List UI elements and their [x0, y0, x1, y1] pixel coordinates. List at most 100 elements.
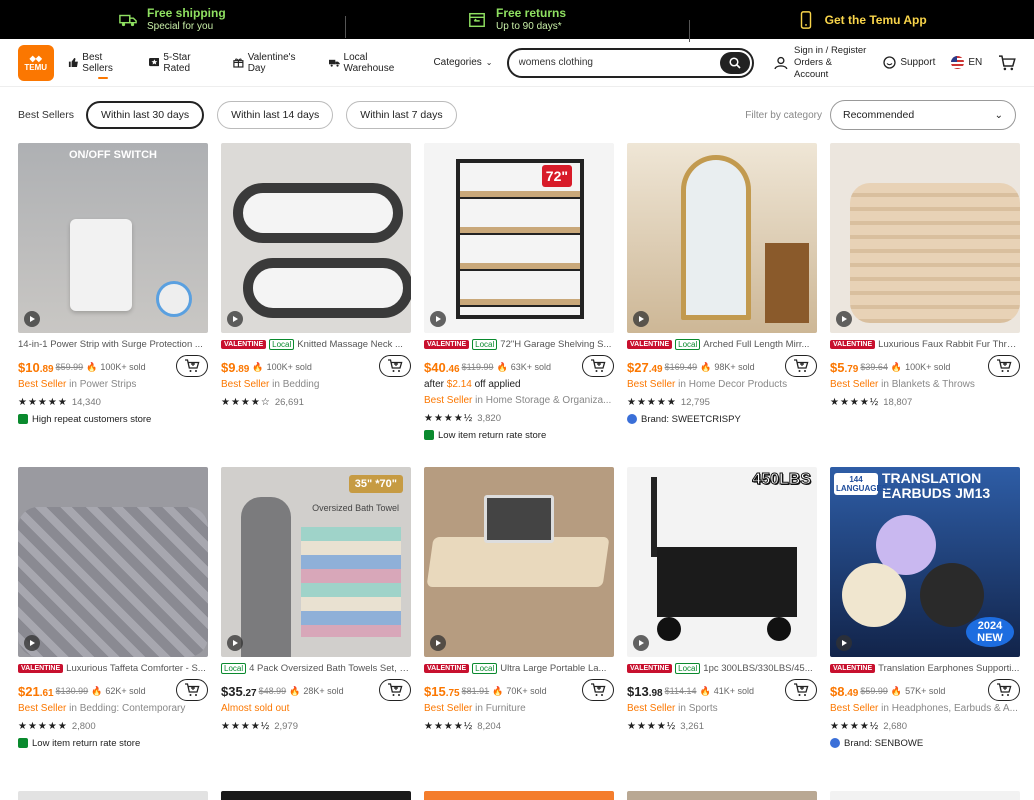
nav-local-warehouse[interactable]: Local Warehouse [328, 39, 420, 87]
product-card-partial[interactable] [830, 791, 1020, 800]
rating-row[interactable]: ★★★★½ 18,807 [830, 395, 1020, 409]
product-image[interactable]: 72" [424, 143, 614, 333]
play-video-icon[interactable] [430, 311, 446, 327]
play-video-icon[interactable] [24, 635, 40, 651]
play-video-icon[interactable] [430, 635, 446, 651]
rating-row[interactable]: ★★★★½ 2,680 [830, 719, 1020, 733]
add-to-cart-button[interactable] [582, 355, 614, 377]
best-seller-line[interactable]: Best Seller in Furniture [424, 703, 614, 717]
product-title-row[interactable]: Local 4 Pack Oversized Bath Towels Set, 3… [221, 662, 411, 675]
promo-free-returns[interactable]: Free returns Up to 90 days* [344, 6, 690, 38]
rating-row[interactable]: ★★★★½ 3,820 [424, 411, 614, 425]
product-image[interactable]: 450LBS [627, 467, 817, 657]
product-title-row[interactable]: VALENTINE Local 1pc 300LBS/330LBS/45... [627, 662, 817, 675]
product-image[interactable] [424, 467, 614, 657]
add-to-cart-button[interactable] [379, 355, 411, 377]
play-video-icon[interactable] [836, 311, 852, 327]
rating-row[interactable]: ★★★★½ 8,204 [424, 719, 614, 733]
best-seller-line[interactable]: Best Seller in Power Strips [18, 379, 208, 393]
play-video-icon[interactable] [633, 311, 649, 327]
best-seller-line[interactable]: Best Seller in Blankets & Throws [830, 379, 1020, 393]
product-card[interactable]: 35" *70" Oversized Bath Towel Local 4 Pac… [221, 467, 411, 791]
sort-dropdown[interactable]: Recommended ⌄ [830, 100, 1016, 130]
nav-categories[interactable]: Categories ⌄ [433, 39, 492, 87]
product-card-partial[interactable] [627, 791, 817, 800]
product-grid: ON/OFF SWITCH 14-in-1 Power Strip with S… [0, 143, 1034, 800]
best-seller-line[interactable]: Best Seller in Home Decor Products [627, 379, 817, 393]
product-title-row[interactable]: VALENTINE Translation Earphones Supporti.… [830, 662, 1020, 675]
add-to-cart-button[interactable] [785, 355, 817, 377]
rating-row[interactable]: ★★★★★ 12,795 [627, 395, 817, 409]
product-card[interactable]: TRANSLATION EARBUDS JM13 144 LANGUAGES 2… [830, 467, 1020, 791]
add-to-cart-button[interactable] [582, 679, 614, 701]
product-title-row[interactable]: VALENTINE Local 72"H Garage Shelving S... [424, 338, 614, 351]
product-image[interactable] [424, 791, 614, 800]
product-image[interactable] [830, 791, 1020, 800]
language-selector[interactable]: EN [951, 56, 982, 69]
add-to-cart-button[interactable] [785, 679, 817, 701]
rating-row[interactable]: ★★★★½ 2,979 [221, 719, 411, 733]
product-card-partial[interactable] [18, 791, 208, 800]
product-image[interactable] [18, 791, 208, 800]
cart-icon[interactable] [998, 54, 1017, 72]
product-image[interactable]: TRANSLATION EARBUDS JM13 144 LANGUAGES 2… [830, 467, 1020, 657]
nav-valentines[interactable]: Valentine's Day [233, 39, 315, 87]
account-menu[interactable]: Sign in / Register Orders & Account [774, 45, 867, 81]
chip-14-days[interactable]: Within last 14 days [217, 101, 334, 129]
chip-7-days[interactable]: Within last 7 days [346, 101, 457, 129]
rating-row[interactable]: ★★★★☆ 26,691 [221, 395, 411, 409]
product-card-partial[interactable] [424, 791, 614, 800]
play-video-icon[interactable] [227, 311, 243, 327]
thumb-strong-suction: STRONG SUCTION [221, 791, 411, 800]
support-link[interactable]: Support [883, 56, 935, 69]
best-seller-line[interactable]: Best Seller in Headphones, Earbuds & A..… [830, 703, 1020, 717]
promo-get-app[interactable]: Get the Temu App [689, 10, 1034, 42]
play-video-icon[interactable] [836, 635, 852, 651]
product-card[interactable]: ON/OFF SWITCH 14-in-1 Power Strip with S… [18, 143, 208, 467]
nav-five-star[interactable]: 5-Star Rated [148, 39, 219, 87]
rating-row[interactable]: ★★★★★ 14,340 [18, 395, 208, 409]
product-card[interactable]: VALENTINE Local Knitted Massage Neck ... $… [221, 143, 411, 467]
rating-row[interactable]: ★★★★★ 2,800 [18, 719, 208, 733]
temu-logo[interactable]: ◆◆ TEMU [18, 44, 54, 81]
product-card-partial[interactable]: STRONG SUCTION [221, 791, 411, 800]
product-image[interactable] [830, 143, 1020, 333]
best-seller-line[interactable]: Best Seller in Sports [627, 703, 817, 717]
product-image[interactable]: 35" *70" Oversized Bath Towel [221, 467, 411, 657]
play-video-icon[interactable] [227, 635, 243, 651]
product-image[interactable] [627, 143, 817, 333]
product-title-row[interactable]: 14-in-1 Power Strip with Surge Protectio… [18, 338, 208, 351]
play-video-icon[interactable] [24, 311, 40, 327]
chip-30-days[interactable]: Within last 30 days [86, 101, 205, 129]
add-to-cart-button[interactable] [988, 679, 1020, 701]
product-title-row[interactable]: VALENTINE Luxurious Faux Rabbit Fur Thro.… [830, 338, 1020, 351]
product-image[interactable] [18, 467, 208, 657]
nav-best-sellers[interactable]: Best Sellers [68, 39, 135, 87]
promo-free-shipping[interactable]: Free shipping Special for you [0, 6, 345, 33]
product-title-row[interactable]: VALENTINE Local Ultra Large Portable La... [424, 662, 614, 675]
product-title-row[interactable]: VALENTINE Local Arched Full Length Mirr... [627, 338, 817, 351]
rating-row[interactable]: ★★★★½ 3,261 [627, 719, 817, 733]
search-button[interactable] [720, 51, 751, 74]
product-card[interactable]: VALENTINE Luxurious Taffeta Comforter - S… [18, 467, 208, 791]
product-image[interactable]: STRONG SUCTION [221, 791, 411, 800]
product-image[interactable] [627, 791, 817, 800]
product-card[interactable]: VALENTINE Luxurious Faux Rabbit Fur Thro.… [830, 143, 1020, 467]
best-seller-line[interactable]: Best Seller in Bedding: Contemporary [18, 703, 208, 717]
product-card[interactable]: 72" VALENTINE Local 72"H Garage Shelving S… [424, 143, 614, 467]
best-seller-line[interactable]: Best Seller in Bedding [221, 379, 411, 393]
product-card[interactable]: VALENTINE Local Arched Full Length Mirr...… [627, 143, 817, 467]
add-to-cart-button[interactable] [176, 355, 208, 377]
add-to-cart-button[interactable] [379, 679, 411, 701]
product-title-row[interactable]: VALENTINE Luxurious Taffeta Comforter - S… [18, 662, 208, 675]
add-to-cart-button[interactable] [176, 679, 208, 701]
product-image[interactable] [221, 143, 411, 333]
product-title-row[interactable]: VALENTINE Local Knitted Massage Neck ... [221, 338, 411, 351]
search-input[interactable] [518, 57, 719, 68]
best-seller-line[interactable]: Best Seller in Home Storage & Organiza..… [424, 395, 614, 409]
product-image[interactable]: ON/OFF SWITCH [18, 143, 208, 333]
product-card[interactable]: 450LBS VALENTINE Local 1pc 300LBS/330LBS/4… [627, 467, 817, 791]
product-card[interactable]: VALENTINE Local Ultra Large Portable La...… [424, 467, 614, 791]
add-to-cart-button[interactable] [988, 355, 1020, 377]
play-video-icon[interactable] [633, 635, 649, 651]
